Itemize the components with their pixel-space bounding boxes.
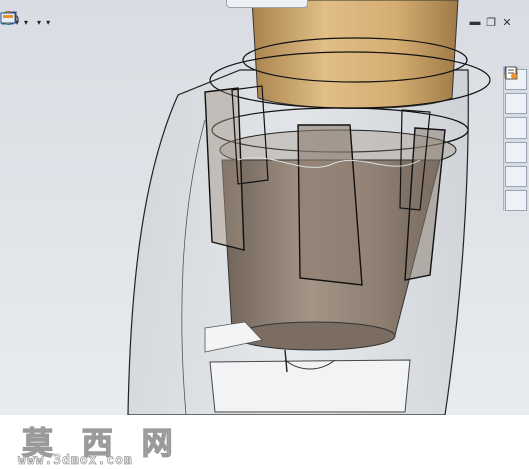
chevron-down-icon: ▾ — [37, 17, 42, 27]
close-icon[interactable]: ✕ — [501, 16, 513, 29]
3d-model — [127, 0, 491, 415]
restore-icon[interactable]: ❐ — [485, 16, 497, 29]
document-title-tab — [226, 0, 308, 8]
graphics-viewport[interactable]: ▾ ▾ ▾ ▾ ▾ — [0, 0, 529, 415]
section-view-button[interactable]: ▾ — [1, 12, 29, 32]
scene-button[interactable]: ▾ — [2, 12, 42, 32]
chevron-down-icon: ▾ — [46, 17, 51, 27]
chevron-down-icon: ▾ — [24, 17, 29, 27]
heads-up-view-toolbar: ▾ ▾ ▾ ▾ ▾ — [0, 10, 300, 34]
task-pane-design-library[interactable] — [504, 67, 527, 139]
task-pane-appearances[interactable] — [505, 67, 527, 187]
task-pane-tabs — [503, 66, 528, 212]
minimize-icon[interactable]: ▬ — [469, 16, 481, 28]
appearance-button[interactable] — [1, 11, 33, 32]
task-pane-file-explorer[interactable] — [504, 66, 527, 163]
watermark: 莫 西 网 www.3dmox.com — [0, 415, 529, 469]
window-controls: ▬ ❐ ✕ — [469, 16, 513, 29]
task-pane-resources[interactable] — [505, 69, 527, 115]
view-settings-button[interactable]: ▾ — [0, 12, 51, 32]
task-pane-custom-properties[interactable] — [505, 66, 527, 212]
watermark-url: www.3dmox.com — [18, 453, 133, 469]
